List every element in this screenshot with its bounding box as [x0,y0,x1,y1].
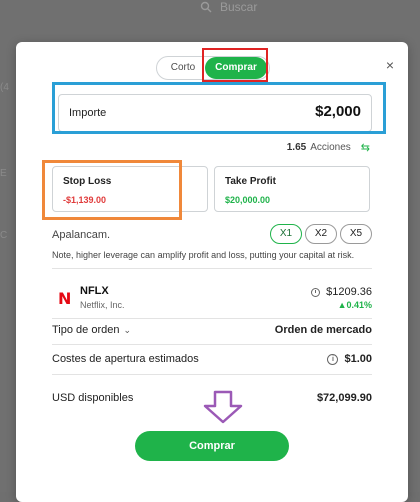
orange-annotation-box [42,160,182,220]
divider [52,374,372,375]
short-option[interactable]: Corto [161,57,205,79]
leverage-label: Apalancam. [52,229,111,241]
shares-label: Acciones [310,142,351,153]
take-profit-value: $20,000.00 [225,195,271,205]
background-fragment: C [0,230,8,241]
swap-icon[interactable]: ⇆ [361,141,370,154]
leverage-note: Note, higher leverage can amplify profit… [52,250,355,260]
opening-costs-label: Costes de apertura estimados [52,353,199,365]
background-search: Buscar [200,0,257,14]
stock-company: Netflix, Inc. [80,300,125,310]
leverage-x5-button[interactable]: X5 [340,224,372,244]
usd-available-label: USD disponibles [52,392,134,404]
buy-button[interactable]: Comprar [135,431,289,461]
leverage-x1-button[interactable]: X1 [270,224,302,244]
take-profit-card[interactable]: Take Profit $20,000.00 [214,166,370,212]
arrow-down-annotation [203,390,243,424]
netflix-logo: N [58,289,72,308]
close-icon[interactable]: × [386,58,394,72]
background-search-label: Buscar [220,0,258,14]
opening-costs-value: $1.00 [344,353,372,365]
leverage-x2-button[interactable]: X2 [305,224,337,244]
info-icon[interactable]: i [327,353,339,365]
shares-readout: 1.65 Acciones ⇆ [287,141,370,154]
take-profit-title: Take Profit [225,176,276,187]
stock-price: $1209.36 [326,286,372,298]
trade-modal: Corto Comprar × Importe $2,000 1.65 Acci… [16,42,408,502]
blue-annotation-box [52,82,386,134]
stock-ticker: NFLX [80,285,109,297]
clock-icon [311,287,321,297]
order-type-value: Orden de mercado [274,324,372,336]
shares-value: 1.65 [286,142,307,153]
search-icon [200,1,212,13]
usd-available-value: $72,099.90 [316,392,372,404]
divider [52,344,372,345]
stock-price-row: $1209.36 [311,286,372,298]
divider [52,268,372,269]
background-fragment: (4 [0,82,9,93]
red-annotation-box [202,48,268,82]
divider [52,318,372,319]
chevron-down-icon: ⌄ [123,325,132,335]
stock-change: ▲0.41% [337,300,372,310]
order-type-label: Tipo de orden [52,324,120,336]
order-type-dropdown[interactable]: Tipo de orden ⌄ [52,324,131,336]
background-fragment: E [0,168,7,179]
opening-costs-row: i $1.00 [327,353,372,365]
